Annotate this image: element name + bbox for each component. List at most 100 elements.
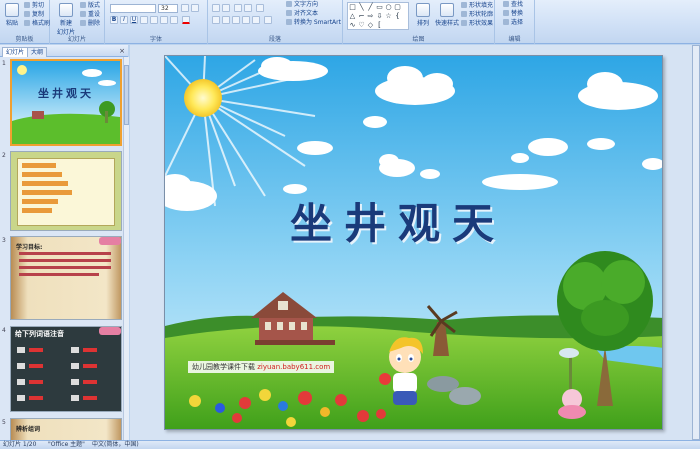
shape-outline-button[interactable]: 形状轮廓 [461, 11, 493, 19]
numbering-button[interactable] [222, 4, 230, 12]
align-text-icon [286, 10, 292, 16]
cut-button[interactable]: 剪切 [24, 2, 44, 10]
sun-icon [184, 79, 222, 117]
shadow-button[interactable] [150, 16, 158, 24]
font-size-combo[interactable]: 32 [158, 4, 178, 13]
change-case-button[interactable] [170, 16, 178, 24]
oval-shape-icon[interactable]: ○ [384, 3, 393, 11]
arrange-icon [416, 3, 430, 17]
paste-icon [5, 3, 19, 17]
rounded-rect-shape-icon[interactable]: ▢ [393, 3, 402, 11]
line-spacing-button[interactable] [256, 4, 264, 12]
copy-icon [24, 11, 30, 17]
rectangle-shape-icon[interactable]: ▭ [375, 3, 384, 11]
align-center-button[interactable] [222, 16, 230, 24]
drawing-group-label: 绘图 [412, 36, 425, 43]
paragraph-group: 文字方向 对齐文本 转换为 SmartArt 段落 [208, 0, 343, 44]
increase-indent-button[interactable] [244, 4, 252, 12]
brush-icon [24, 20, 30, 26]
delete-slide-button[interactable]: 删除 [80, 20, 100, 28]
slide-thumbnail-4[interactable]: 给下列词语注音 [10, 326, 122, 412]
shape-fill-button[interactable]: 形状填充 [461, 2, 493, 10]
slide-thumbnail-pane: 1 坐井观天 2 3 学习目标: 4 给下列词语注音 5 辨析组词 [0, 57, 128, 440]
line-shape-icon[interactable]: ╱ [366, 3, 375, 11]
close-panel-icon[interactable]: × [119, 47, 125, 55]
align-left-button[interactable] [212, 16, 220, 24]
outline-pen-icon [461, 11, 467, 17]
font-color-button[interactable] [182, 16, 190, 24]
arrange-button[interactable]: 排列 [413, 3, 433, 27]
columns-button[interactable] [264, 16, 272, 24]
shapes-gallery[interactable]: □ ╲ ╱ ▭ ○ ▢ △ ⌐ ⇨ ⇩ ☆ { ∿ ♡ ◇ [ [347, 2, 409, 30]
slide-thumbnail-2[interactable] [10, 151, 122, 231]
credit-banner[interactable]: 幼儿园教学课件下载 ziyuan.baby611.com [188, 361, 335, 373]
format-painter-button[interactable]: 格式刷 [24, 20, 50, 28]
shape-effects-button[interactable]: 形状效果 [461, 20, 493, 28]
justify-button[interactable] [242, 16, 250, 24]
editing-group: 查找 替换 选择 编辑 [495, 0, 535, 44]
char-spacing-button[interactable] [160, 16, 168, 24]
triangle-shape-icon[interactable]: △ [348, 12, 357, 20]
grow-font-button[interactable] [181, 4, 189, 12]
scrollbar-thumb[interactable] [124, 65, 129, 125]
slide-thumbnail-5[interactable]: 辨析组词 [10, 418, 122, 440]
curve-shape-icon[interactable]: ∿ [348, 21, 357, 29]
rectangle-shape-icon[interactable]: □ [348, 3, 357, 11]
fill-bucket-icon [461, 2, 467, 8]
line-shape-icon[interactable]: ╲ [357, 3, 366, 11]
copy-button[interactable]: 复制 [24, 11, 44, 19]
star-shape-icon[interactable]: ☆ [384, 12, 393, 20]
scissors-icon [24, 2, 30, 8]
delete-icon [80, 20, 86, 26]
thumbnail-title: 坐井观天 [38, 87, 94, 100]
italic-button[interactable]: I [120, 16, 128, 24]
thumbnail-2-content [17, 158, 115, 226]
brace-shape-icon[interactable]: { [393, 12, 402, 20]
new-slide-button[interactable]: 新建 幻灯片 [54, 3, 78, 36]
slide-thumbnail-1[interactable]: 坐井观天 [10, 59, 122, 146]
select-button[interactable]: 选择 [503, 19, 523, 27]
align-right-button[interactable] [232, 16, 240, 24]
underline-button[interactable]: U [130, 16, 138, 24]
strikethrough-button[interactable] [140, 16, 148, 24]
diamond-shape-icon[interactable]: ◇ [366, 21, 375, 29]
effects-icon [461, 20, 467, 26]
arrow-down-shape-icon[interactable]: ⇩ [375, 12, 384, 20]
status-bar: 幻灯片 1/20 "Office 主题" 中文(简体，中国) [0, 440, 700, 449]
font-name-combo[interactable] [110, 4, 156, 13]
quick-styles-button[interactable]: 快速样式 [435, 3, 459, 27]
reset-button[interactable]: 重设 [80, 11, 100, 19]
tab-outline[interactable]: 大纲 [27, 47, 48, 57]
ribbon: 粘贴 剪切 复制 格式刷 剪贴板 新建 幻灯片 版式 重设 删除 幻灯片 32 … [0, 0, 700, 44]
language-status[interactable]: 中文(简体，中国) [92, 441, 139, 449]
canvas-vertical-scrollbar[interactable] [692, 45, 700, 440]
clipboard-group: 粘贴 剪切 复制 格式刷 剪贴板 [0, 0, 50, 44]
find-button[interactable]: 查找 [503, 1, 523, 9]
credit-url[interactable]: ziyuan.baby611.com [257, 363, 330, 371]
font-group: 32 B I U 字体 [105, 0, 208, 44]
layout-button[interactable]: 版式 [80, 2, 100, 10]
thumbnail-title: 学习目标: [16, 244, 43, 251]
heart-shape-icon[interactable]: ♡ [357, 21, 366, 29]
bold-button[interactable]: B [110, 16, 118, 24]
distributed-button[interactable] [252, 16, 260, 24]
replace-button[interactable]: 替换 [503, 10, 523, 18]
slide-title[interactable]: 坐井观天 [290, 190, 506, 251]
decrease-indent-button[interactable] [234, 4, 242, 12]
bullets-button[interactable] [212, 4, 220, 12]
convert-smartart-button[interactable]: 转换为 SmartArt [286, 19, 341, 27]
paste-button[interactable]: 粘贴 [2, 3, 22, 27]
arrow-right-shape-icon[interactable]: ⇨ [366, 12, 375, 20]
tab-slides[interactable]: 幻灯片 [2, 47, 29, 57]
bracket-shape-icon[interactable]: [ [375, 21, 384, 29]
slide-number: 2 [2, 152, 6, 159]
text-direction-button[interactable]: 文字方向 [286, 1, 318, 9]
align-text-button[interactable]: 对齐文本 [286, 10, 318, 18]
shrink-font-button[interactable] [191, 4, 199, 12]
slide-thumbnail-3[interactable]: 学习目标: [10, 236, 122, 320]
connector-shape-icon[interactable]: ⌐ [357, 12, 366, 20]
slide-number: 3 [2, 237, 6, 244]
slides-group: 新建 幻灯片 版式 重设 删除 幻灯片 [50, 0, 105, 44]
thumbnail-scrollbar[interactable] [123, 57, 129, 440]
current-slide[interactable]: 坐井观天 幼儿园教学课件下载 ziyuan.baby611.com [164, 55, 663, 430]
